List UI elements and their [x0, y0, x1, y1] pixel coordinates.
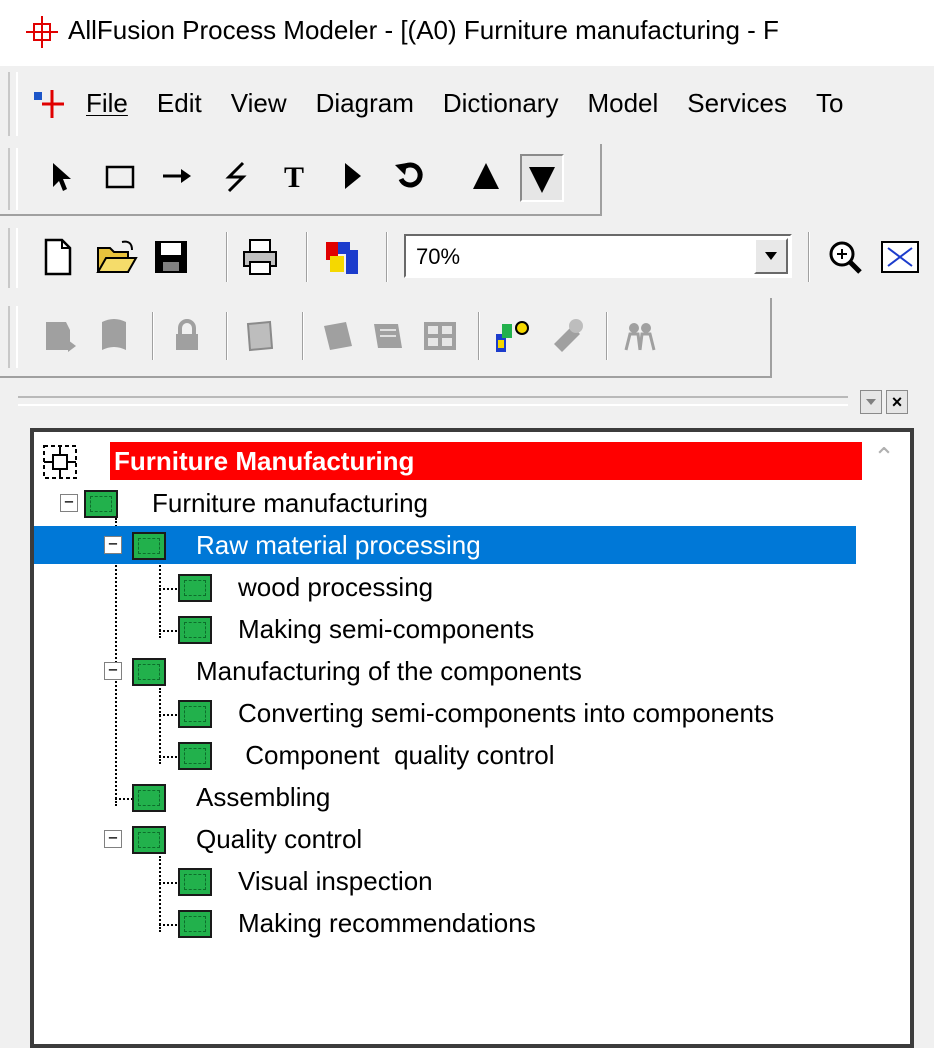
squiggle-tool-icon[interactable]: [216, 154, 256, 198]
users-icon[interactable]: [620, 316, 660, 356]
tree-node-label: Furniture manufacturing: [152, 488, 429, 518]
tree-node[interactable]: Visual inspection: [34, 862, 856, 900]
document-menu-icon[interactable]: [30, 84, 70, 124]
go-up-icon[interactable]: [466, 154, 506, 198]
save-icon[interactable]: [152, 238, 190, 276]
tree-node[interactable]: Component quality control: [34, 736, 856, 774]
tree-node-label: Quality control: [196, 824, 363, 854]
properties-icon[interactable]: [548, 316, 588, 356]
window-title: AllFusion Process Modeler - [(A0) Furnit…: [68, 15, 779, 45]
activity-box-icon: [178, 574, 212, 602]
activity-box-icon: [132, 658, 166, 686]
tree-root-label: Furniture Manufacturing: [110, 442, 862, 480]
go-down-icon[interactable]: [520, 154, 564, 202]
book-icon[interactable]: [240, 316, 280, 356]
tree-root[interactable]: Furniture Manufacturing: [38, 442, 862, 480]
activity-box-icon: [178, 700, 212, 728]
tree-node[interactable]: Assembling: [34, 778, 856, 816]
svg-text:T: T: [284, 161, 304, 193]
tree-node[interactable]: Converting semi-components into componen…: [34, 694, 856, 732]
tree-node[interactable]: wood processing: [34, 568, 856, 606]
tree-node-label: Making semi-components: [238, 614, 535, 644]
close-icon[interactable]: ×: [886, 390, 908, 414]
zoom-select[interactable]: 70%: [404, 234, 792, 278]
collapse-icon[interactable]: −: [60, 494, 78, 512]
activity-box-icon: [132, 532, 166, 560]
scroll-up-icon[interactable]: ⌃: [864, 442, 904, 478]
model-toolbar: [0, 298, 772, 378]
menu-edit[interactable]: Edit: [157, 88, 202, 119]
report-icon[interactable]: [318, 316, 358, 356]
tree-node-label: Raw material processing: [196, 530, 481, 560]
tree-node-label: Visual inspection: [238, 866, 433, 896]
menu-services[interactable]: Services: [687, 88, 787, 119]
model-root-icon: [43, 445, 77, 479]
tree-node[interactable]: − Quality control: [34, 820, 856, 858]
activity-box-icon: [178, 616, 212, 644]
print-icon[interactable]: [240, 238, 280, 276]
off-page-reference-icon[interactable]: [332, 154, 372, 198]
menu-bar: File Edit View Diagram Dictionary Model …: [0, 66, 934, 142]
menu-view[interactable]: View: [231, 88, 287, 119]
app-logo-icon: [26, 16, 58, 48]
activity-box-icon: [178, 910, 212, 938]
collapse-icon[interactable]: −: [104, 536, 122, 554]
drawing-toolbar: T: [0, 144, 602, 216]
activity-box-icon: [178, 742, 212, 770]
grid-icon[interactable]: [420, 316, 460, 356]
tree-node-label: Assembling: [196, 782, 331, 812]
zoom-fit-icon[interactable]: [878, 238, 922, 276]
tree-node-selected[interactable]: − Raw material processing: [34, 526, 856, 564]
tree-node-label: Making recommendations: [238, 908, 536, 938]
menu-diagram[interactable]: Diagram: [316, 88, 414, 119]
panel-menu-button[interactable]: [860, 390, 882, 414]
collapse-icon[interactable]: −: [104, 662, 122, 680]
tree-node[interactable]: − Furniture manufacturing: [34, 484, 856, 522]
toolbar-grip[interactable]: [8, 148, 18, 210]
tree-node[interactable]: − Manufacturing of the components: [34, 652, 856, 690]
toolbar-grip[interactable]: [8, 306, 18, 368]
menu-model[interactable]: Model: [587, 88, 658, 119]
tree-node-label: Converting semi-components into componen…: [238, 698, 775, 728]
model-mart-icon[interactable]: [492, 316, 532, 356]
tree-node[interactable]: Making semi-components: [34, 610, 856, 648]
toolbar-grip[interactable]: [8, 72, 18, 136]
menu-file[interactable]: File: [86, 88, 128, 119]
arrow-tool-icon[interactable]: [158, 154, 198, 198]
zoom-value: 70%: [416, 244, 461, 269]
new-file-icon[interactable]: [40, 238, 76, 276]
toolbar-grip[interactable]: [8, 228, 18, 288]
activity-box-icon: [132, 784, 166, 812]
title-bar: AllFusion Process Modeler - [(A0) Furnit…: [0, 0, 934, 66]
tree-node-label: Manufacturing of the components: [196, 656, 582, 686]
menu-tools[interactable]: To: [816, 88, 843, 119]
tree-node-label: Component quality control: [238, 740, 555, 770]
tree-node[interactable]: Making recommendations: [34, 904, 856, 942]
activity-box-icon: [178, 868, 212, 896]
box-tool-icon[interactable]: [100, 154, 140, 198]
model-tree: ⌃ Furniture Manufacturing − Furniture ma…: [30, 428, 914, 1048]
model-explorer-icon[interactable]: [368, 316, 408, 356]
activity-box-icon: [132, 826, 166, 854]
activity-box-icon: [84, 490, 118, 518]
zoom-in-icon[interactable]: [826, 238, 866, 276]
text-tool-icon[interactable]: T: [274, 154, 314, 198]
panel-grip[interactable]: [18, 396, 848, 406]
pointer-tool-icon[interactable]: [42, 154, 82, 198]
lock-icon[interactable]: [166, 316, 206, 356]
color-palette-icon[interactable]: [322, 238, 362, 276]
open-folder-icon[interactable]: [96, 238, 138, 276]
standard-toolbar: 70%: [0, 222, 934, 294]
collapse-icon[interactable]: −: [104, 830, 122, 848]
model-explorer-header: ×: [0, 384, 934, 424]
dictionary-icon[interactable]: [94, 316, 134, 356]
tree-node-label: wood processing: [238, 572, 434, 602]
undo-icon[interactable]: [390, 154, 430, 198]
activity-cost-icon[interactable]: [40, 316, 80, 356]
chevron-down-icon[interactable]: [754, 238, 788, 274]
menu-dictionary[interactable]: Dictionary: [443, 88, 559, 119]
